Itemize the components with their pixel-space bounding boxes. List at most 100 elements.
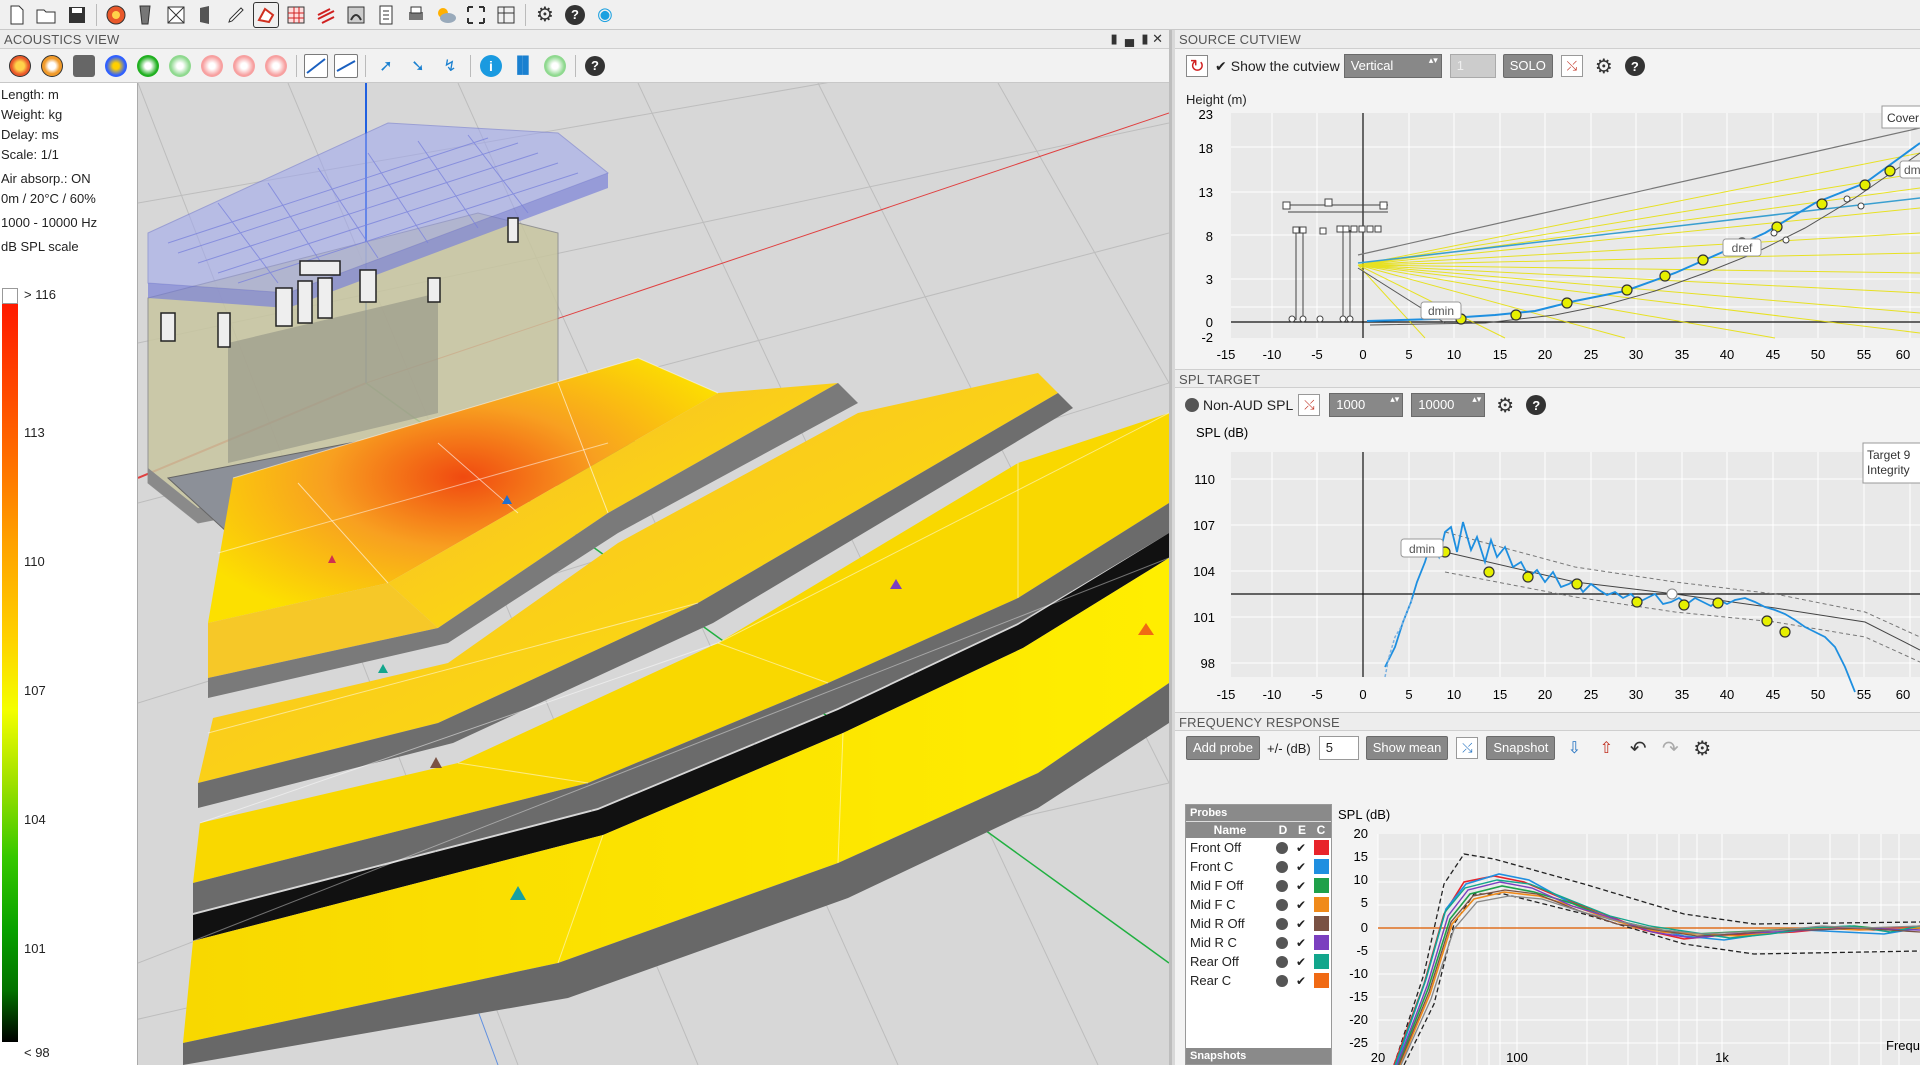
new-file-icon[interactable]: [4, 2, 30, 28]
help-icon[interactable]: ?: [1526, 395, 1547, 415]
help-icon[interactable]: ?: [1624, 56, 1645, 76]
redo-icon[interactable]: ↷: [1659, 737, 1681, 760]
spl-map-icon[interactable]: [9, 54, 31, 77]
curve-edit-icon[interactable]: ⤯: [1560, 55, 1583, 77]
probe-row[interactable]: Rear Off ✔: [1186, 952, 1331, 971]
box-view-icon[interactable]: [73, 54, 95, 77]
tolerance-input[interactable]: 5: [1318, 736, 1359, 760]
cutview-chart[interactable]: Height (m) 23 18 13 8 3 0 -2 -15 -10 -5 …: [1175, 83, 1920, 369]
probe-row[interactable]: Mid F Off ✔: [1186, 876, 1331, 895]
freq-high-select[interactable]: 10000: [1411, 393, 1486, 417]
lightning-icon[interactable]: ↯: [439, 55, 461, 77]
frequency-response-chart[interactable]: SPL (dB) 20 15 10 5 0 -5 -10 -15 -20 -25…: [1334, 804, 1920, 1065]
document-icon[interactable]: [373, 2, 399, 28]
probe-color-swatch[interactable]: [1314, 859, 1329, 874]
probe-display-toggle[interactable]: [1276, 955, 1288, 968]
grid-map-icon[interactable]: [283, 2, 309, 28]
probe-color-swatch[interactable]: [1314, 878, 1329, 893]
curves-icon[interactable]: ⤯: [1456, 737, 1479, 759]
pen-icon[interactable]: [223, 2, 249, 28]
coverage-icon[interactable]: [105, 54, 127, 77]
curve-view-icon[interactable]: [304, 53, 328, 78]
heatmap-icon[interactable]: [313, 2, 339, 28]
light-green-map-icon[interactable]: [169, 54, 191, 77]
probe-display-toggle[interactable]: [1276, 860, 1288, 873]
green-target-icon[interactable]: [544, 54, 566, 77]
save-icon[interactable]: [64, 2, 90, 28]
checkbox-icon[interactable]: ✔: [1215, 58, 1227, 75]
probe-display-toggle[interactable]: [1276, 936, 1288, 949]
cutview-y-tick: -2: [1201, 330, 1213, 345]
undo-icon[interactable]: ↶: [1627, 737, 1649, 760]
probe-enable-checkbox[interactable]: ✔: [1294, 955, 1308, 969]
probe-row[interactable]: Front C ✔: [1186, 857, 1331, 876]
probe-color-swatch[interactable]: [1314, 935, 1329, 950]
probe-display-toggle[interactable]: [1276, 917, 1288, 930]
help-icon[interactable]: ?: [585, 55, 605, 76]
help-icon[interactable]: ?: [562, 2, 588, 28]
show-mean-button[interactable]: Show mean: [1365, 736, 1449, 760]
orientation-select[interactable]: Vertical: [1343, 54, 1442, 78]
settings-icon[interactable]: ⚙: [1593, 55, 1615, 78]
freq-low-select[interactable]: 1000: [1329, 393, 1404, 417]
snapshot-button[interactable]: Snapshot: [1486, 736, 1556, 760]
spl-focus-icon[interactable]: [41, 54, 63, 77]
3d-viewport[interactable]: [138, 83, 1169, 1065]
globe-icon[interactable]: ◉: [592, 2, 618, 28]
probe-color-swatch[interactable]: [1314, 954, 1329, 969]
info-icon[interactable]: i: [480, 54, 502, 77]
probe-row[interactable]: Rear C ✔: [1186, 971, 1331, 990]
probe-enable-checkbox[interactable]: ✔: [1294, 898, 1308, 912]
probe-display-toggle[interactable]: [1276, 841, 1288, 854]
import-icon[interactable]: ⇩: [1563, 737, 1585, 759]
probe-enable-checkbox[interactable]: ✔: [1294, 936, 1308, 950]
polygon-icon[interactable]: [253, 1, 279, 28]
open-folder-icon[interactable]: [34, 2, 60, 28]
source-index-input[interactable]: 1: [1449, 54, 1496, 78]
arrow-icon[interactable]: ➘: [407, 55, 429, 77]
refresh-icon[interactable]: ↻: [1186, 55, 1208, 77]
probe-row[interactable]: Mid F C ✔: [1186, 895, 1331, 914]
probe-color-swatch[interactable]: [1314, 916, 1329, 931]
add-probe-icon[interactable]: ➚: [375, 55, 397, 77]
probe-enable-checkbox[interactable]: ✔: [1294, 974, 1308, 988]
add-probe-button[interactable]: Add probe: [1186, 736, 1260, 760]
surface-icon[interactable]: [343, 2, 369, 28]
export-icon[interactable]: ⇧: [1595, 737, 1617, 759]
spl-target-chart[interactable]: SPL (dB) 110 107 104 101 98 -15 -10 -5 0…: [1175, 422, 1920, 712]
probe-enable-checkbox[interactable]: ✔: [1294, 860, 1308, 874]
pink-map-2-icon[interactable]: [233, 54, 255, 77]
probe-color-swatch[interactable]: [1314, 973, 1329, 988]
curve-edit-icon[interactable]: ⤯: [1298, 394, 1321, 416]
panel-window-controls[interactable]: ▮ ▄ ▮ ✕: [1111, 31, 1163, 47]
fit-view-icon[interactable]: [463, 2, 489, 28]
settings-icon[interactable]: ⚙: [1494, 394, 1516, 417]
probe-row[interactable]: Front Off ✔: [1186, 838, 1331, 857]
cabinet-icon[interactable]: [193, 2, 219, 28]
probe-display-toggle[interactable]: [1276, 898, 1288, 911]
probe-color-swatch[interactable]: [1314, 897, 1329, 912]
curve-view-2-icon[interactable]: [334, 53, 358, 78]
probe-row[interactable]: Mid R C ✔: [1186, 933, 1331, 952]
probe-display-toggle[interactable]: [1276, 974, 1288, 987]
probe-enable-checkbox[interactable]: ✔: [1294, 841, 1308, 855]
solo-button[interactable]: SOLO: [1502, 54, 1553, 78]
layout-icon[interactable]: [493, 2, 519, 28]
settings-icon[interactable]: ⚙: [532, 2, 558, 28]
bars-icon[interactable]: ▐▌: [512, 55, 535, 77]
settings-icon[interactable]: ⚙: [1691, 737, 1713, 760]
speaker-array-icon[interactable]: [133, 2, 159, 28]
sound-source-icon[interactable]: [103, 2, 129, 28]
stage-icon[interactable]: [163, 2, 189, 28]
probe-enable-checkbox[interactable]: ✔: [1294, 879, 1308, 893]
green-map-icon[interactable]: [137, 54, 159, 77]
probe-color-swatch[interactable]: [1314, 840, 1329, 855]
print-icon[interactable]: [403, 2, 429, 28]
weather-icon[interactable]: [433, 2, 459, 28]
spl-mode-radio[interactable]: [1185, 398, 1199, 412]
pink-map-icon[interactable]: [201, 54, 223, 77]
probe-row[interactable]: Mid R Off ✔: [1186, 914, 1331, 933]
pink-map-3-icon[interactable]: [265, 54, 287, 77]
probe-display-toggle[interactable]: [1276, 879, 1288, 892]
probe-enable-checkbox[interactable]: ✔: [1294, 917, 1308, 931]
